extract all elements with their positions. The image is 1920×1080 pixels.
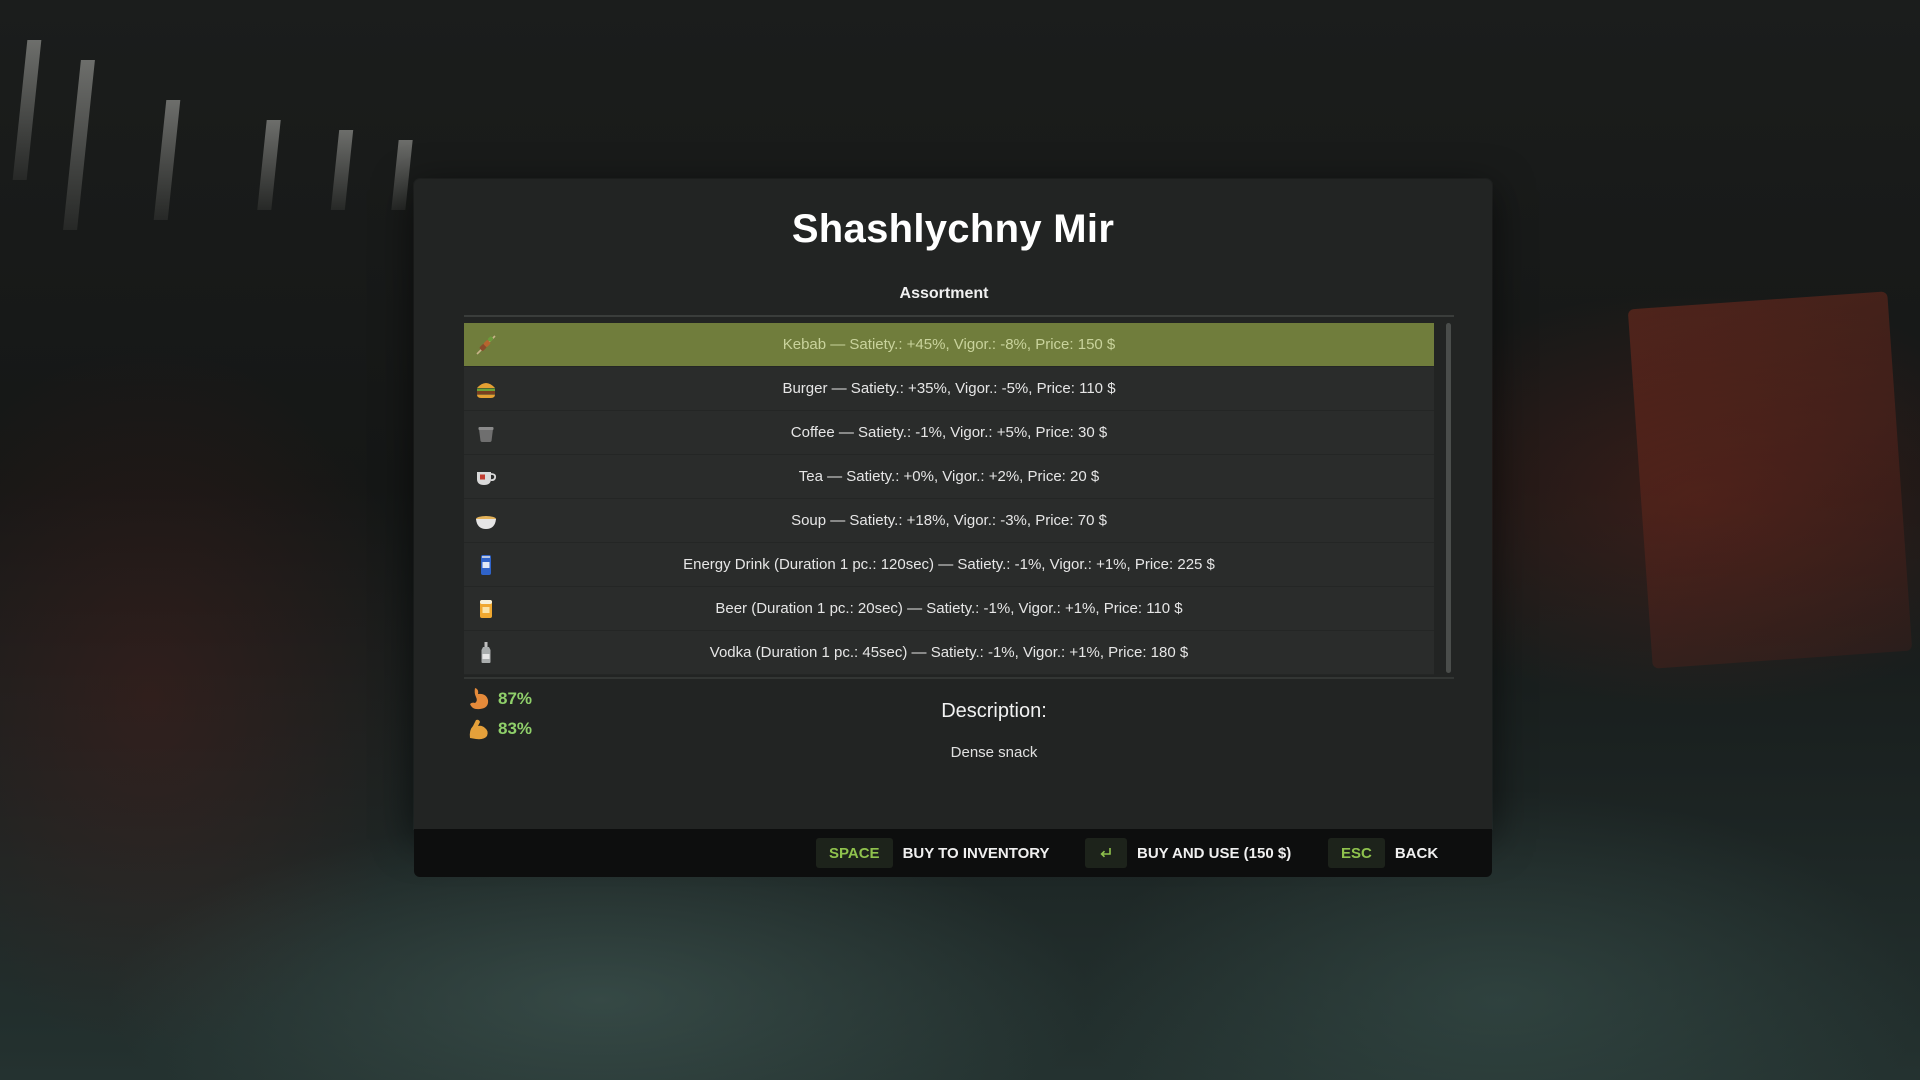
background-stripe [153, 100, 181, 220]
vodka-bottle-icon [474, 641, 498, 665]
esc-key-hint: ESC [1328, 838, 1385, 868]
back-button[interactable]: ESC BACK [1328, 838, 1438, 868]
item-label: Kebab — Satiety.: +45%, Vigor.: -8%, Pri… [782, 336, 1116, 353]
list-item-coffee[interactable]: Coffee — Satiety.: -1%, Vigor.: +5%, Pri… [464, 411, 1434, 455]
satiety-stat: 87% [466, 685, 532, 713]
section-divider [464, 315, 1454, 317]
buy-and-use-button[interactable]: BUY AND USE (150 $) [1085, 838, 1291, 868]
background-poster [1627, 291, 1913, 669]
list-item-kebab[interactable]: Kebab — Satiety.: +45%, Vigor.: -8%, Pri… [464, 323, 1434, 367]
item-label: Beer (Duration 1 pc.: 20sec) — Satiety.:… [715, 600, 1183, 617]
kebab-icon [474, 333, 498, 357]
buy-to-inventory-label: BUY TO INVENTORY [902, 844, 1050, 862]
background-stripe [12, 40, 42, 180]
shop-title: Shashlychny Mir [791, 207, 1115, 251]
background-stripe [330, 130, 354, 210]
list-item-burger[interactable]: Burger — Satiety.: +35%, Vigor.: -5%, Pr… [464, 367, 1434, 411]
item-label: Burger — Satiety.: +35%, Vigor.: -5%, Pr… [782, 380, 1116, 397]
list-item-soup[interactable]: Soup — Satiety.: +18%, Vigor.: -3%, Pric… [464, 499, 1434, 543]
action-bar: SPACE BUY TO INVENTORY BUY AND USE (150 … [414, 829, 1492, 877]
buy-and-use-label: BUY AND USE (150 $) [1137, 844, 1292, 862]
list-item-energy-drink[interactable]: Energy Drink (Duration 1 pc.: 120sec) — … [464, 543, 1434, 587]
list-item-tea[interactable]: Tea — Satiety.: +0%, Vigor.: +2%, Price:… [464, 455, 1434, 499]
list-divider [464, 677, 1454, 679]
assortment-label: Assortment [899, 285, 989, 302]
background-stripe [391, 140, 413, 210]
item-label: Energy Drink (Duration 1 pc.: 120sec) — … [683, 556, 1215, 573]
assortment-list: Kebab — Satiety.: +45%, Vigor.: -8%, Pri… [464, 323, 1434, 675]
energy-drink-can-icon [474, 553, 498, 577]
vigor-value: 83% [498, 719, 533, 738]
satiety-value: 87% [498, 689, 533, 708]
tea-cup-icon [474, 465, 498, 489]
shop-panel: Shashlychny Mir Assortment Kebab — Satie… [414, 179, 1492, 829]
item-label: Coffee — Satiety.: -1%, Vigor.: +5%, Pri… [790, 424, 1108, 441]
buy-to-inventory-button[interactable]: SPACE BUY TO INVENTORY [816, 838, 1050, 868]
item-label: Tea — Satiety.: +0%, Vigor.: +2%, Price:… [798, 468, 1100, 485]
flexed-arm-icon [466, 716, 492, 742]
background-stripe [63, 60, 95, 230]
beer-mug-icon [474, 597, 498, 621]
list-item-vodka[interactable]: Vodka (Duration 1 pc.: 45sec) — Satiety.… [464, 631, 1434, 675]
item-label: Vodka (Duration 1 pc.: 45sec) — Satiety.… [709, 644, 1189, 661]
soup-bowl-icon [474, 509, 498, 533]
background-stripe [257, 120, 281, 210]
enter-key-icon [1085, 838, 1127, 868]
vigor-stat: 83% [466, 715, 532, 743]
list-scrollbar[interactable] [1446, 323, 1451, 673]
stomach-icon [466, 686, 492, 712]
item-label: Soup — Satiety.: +18%, Vigor.: -3%, Pric… [791, 512, 1107, 529]
description-text: Dense snack [950, 744, 1038, 761]
description-title: Description: [941, 700, 1047, 722]
space-key-hint: SPACE [816, 838, 893, 868]
back-label: BACK [1394, 844, 1439, 862]
list-item-beer[interactable]: Beer (Duration 1 pc.: 20sec) — Satiety.:… [464, 587, 1434, 631]
scrollbar-thumb[interactable] [1446, 323, 1451, 673]
coffee-cup-icon [474, 421, 498, 445]
burger-icon [474, 377, 498, 401]
